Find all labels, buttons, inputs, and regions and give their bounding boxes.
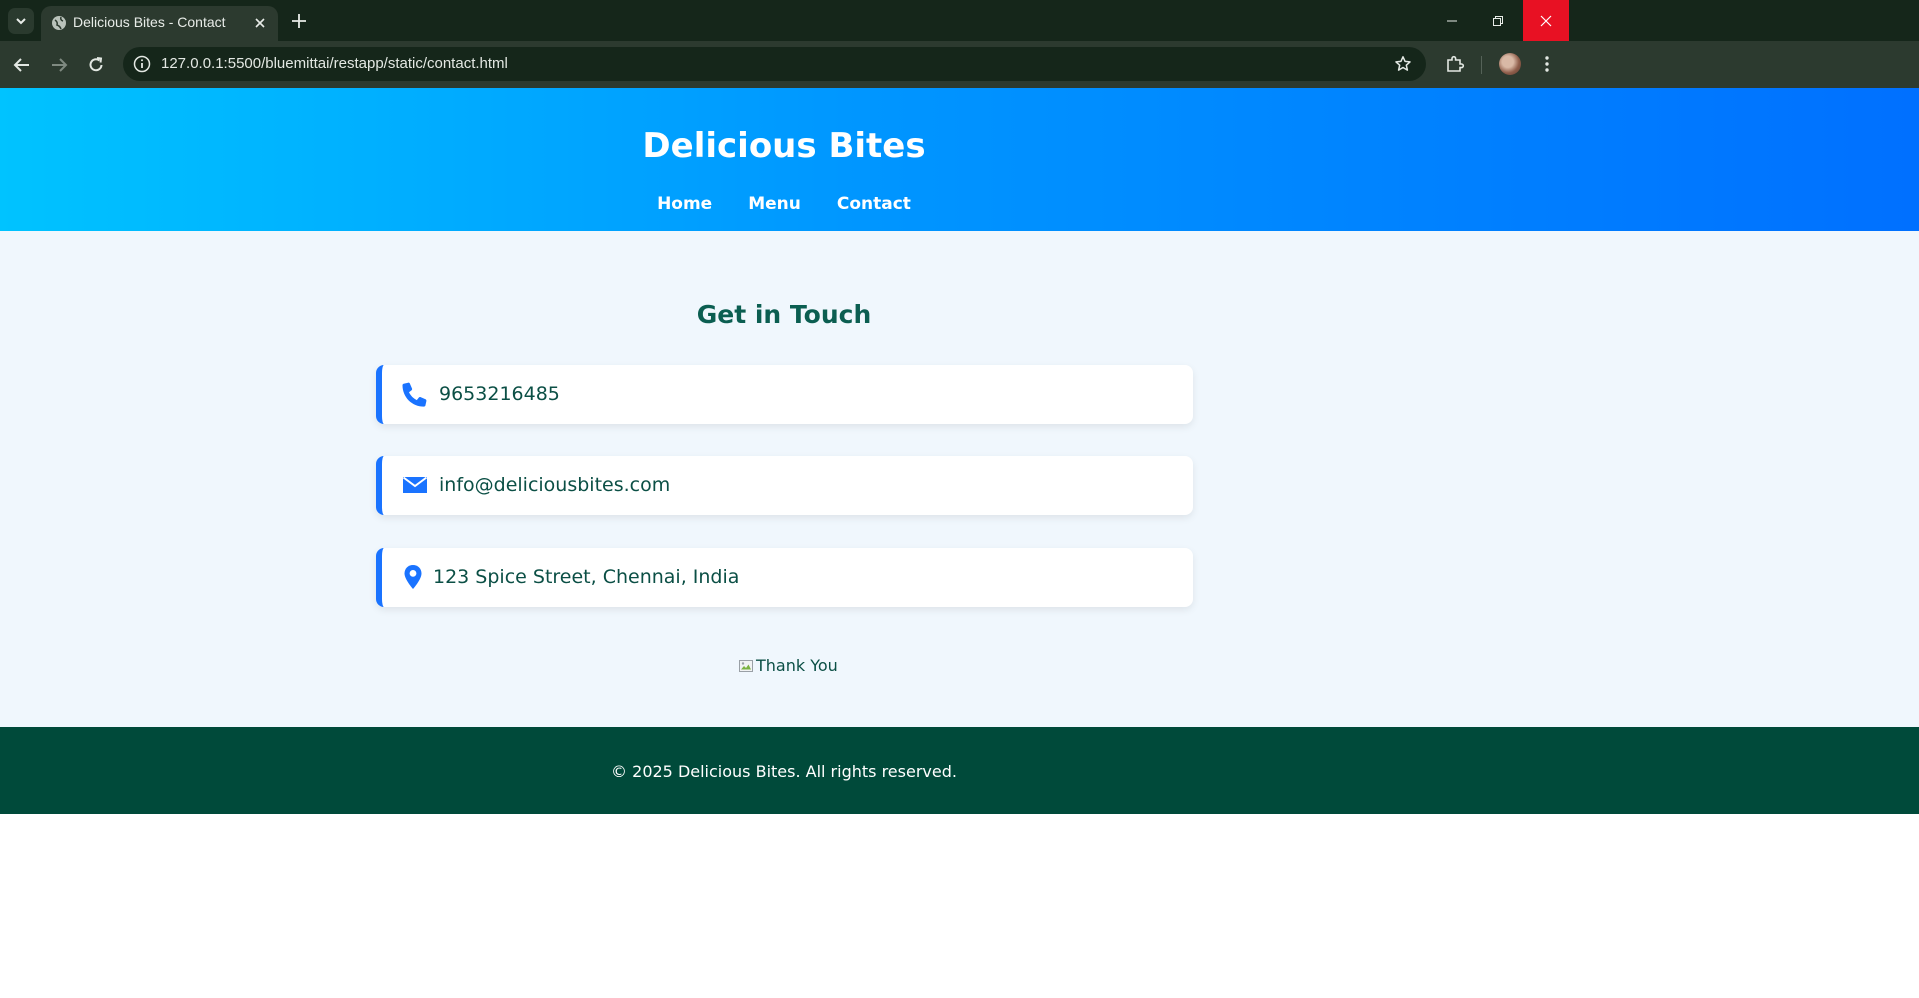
- window-close-button[interactable]: [1523, 0, 1569, 41]
- toolbar-divider: [1481, 56, 1482, 74]
- contact-address-text: 123 Spice Street, Chennai, India: [433, 566, 740, 588]
- contact-card-email: info@deliciousbites.com: [376, 456, 1193, 515]
- url-text[interactable]: 127.0.0.1:5500/bluemittai/restapp/static…: [161, 55, 508, 72]
- minimize-icon: [1447, 20, 1457, 21]
- tab-search-button[interactable]: [8, 8, 34, 34]
- thank-you-image: Thank You: [738, 656, 838, 675]
- phone-icon: [402, 382, 427, 407]
- envelope-icon: [402, 476, 428, 493]
- window-restore-button[interactable]: [1475, 0, 1521, 41]
- tab-title: Delicious Bites - Contact: [73, 14, 226, 30]
- site-info-icon[interactable]: [133, 55, 151, 73]
- more-vertical-icon[interactable]: [1537, 54, 1557, 74]
- new-tab-plus-icon[interactable]: [290, 12, 308, 30]
- browser-tab-strip: Delicious Bites - Contact: [0, 0, 1919, 41]
- page-bottom-space: [0, 814, 1919, 998]
- map-pin-icon: [404, 565, 422, 589]
- browser-toolbar: 127.0.0.1:5500/bluemittai/restapp/static…: [0, 41, 1919, 88]
- bookmark-star-icon[interactable]: [1394, 55, 1412, 73]
- broken-image-icon: [739, 659, 753, 672]
- close-icon[interactable]: [252, 15, 268, 31]
- main-nav: Home Menu Contact: [0, 194, 1568, 214]
- contact-email-text[interactable]: info@deliciousbites.com: [439, 474, 670, 496]
- contact-card-address: 123 Spice Street, Chennai, India: [376, 548, 1193, 607]
- close-icon: [1540, 15, 1552, 26]
- address-bar[interactable]: 127.0.0.1:5500/bluemittai/restapp/static…: [123, 47, 1426, 81]
- profile-avatar[interactable]: [1499, 53, 1521, 75]
- nav-link-menu[interactable]: Menu: [748, 194, 801, 214]
- site-title: Delicious Bites: [642, 126, 926, 166]
- thank-you-alt-text: Thank You: [756, 656, 838, 675]
- window-minimize-button[interactable]: [1429, 0, 1475, 41]
- contact-section-title: Get in Touch: [696, 300, 872, 329]
- nav-link-contact[interactable]: Contact: [837, 194, 911, 214]
- contact-phone-text[interactable]: 9653216485: [439, 383, 560, 405]
- site-footer: © 2025 Delicious Bites. All rights reser…: [0, 727, 1919, 814]
- site-header: Delicious Bites Home Menu Contact: [0, 88, 1919, 231]
- reload-icon[interactable]: [86, 55, 106, 75]
- browser-tab-active[interactable]: Delicious Bites - Contact: [41, 6, 278, 41]
- chevron-down-icon: [16, 18, 26, 25]
- extensions-puzzle-icon[interactable]: [1445, 54, 1465, 74]
- restore-icon: [1493, 15, 1503, 26]
- forward-arrow-icon[interactable]: [49, 55, 69, 75]
- nav-link-home[interactable]: Home: [657, 194, 712, 214]
- contact-card-phone: 9653216485: [376, 365, 1193, 424]
- footer-copyright: © 2025 Delicious Bites. All rights reser…: [611, 762, 957, 781]
- globe-icon: [52, 16, 66, 30]
- back-arrow-icon[interactable]: [12, 55, 32, 75]
